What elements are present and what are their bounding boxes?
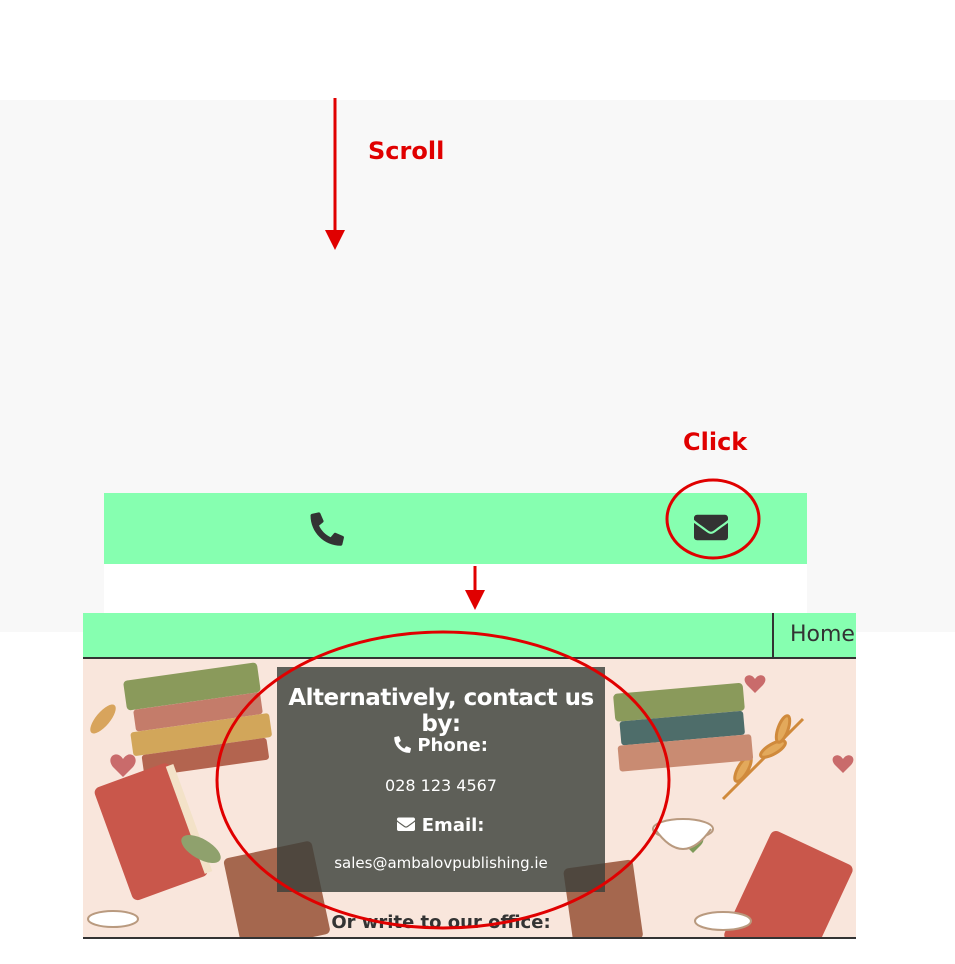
phone-icon[interactable] — [310, 512, 344, 546]
hero-bottom-border — [83, 937, 856, 939]
transition-arrow — [465, 566, 485, 610]
scroll-annotation: Scroll — [368, 137, 445, 165]
click-highlight-circle — [665, 478, 761, 560]
scroll-arrow — [325, 98, 345, 250]
result-highlight-circle — [215, 630, 671, 930]
footer-spacer — [104, 564, 807, 614]
click-annotation: Click — [683, 428, 748, 456]
nav-link-home[interactable]: Home — [772, 613, 855, 657]
